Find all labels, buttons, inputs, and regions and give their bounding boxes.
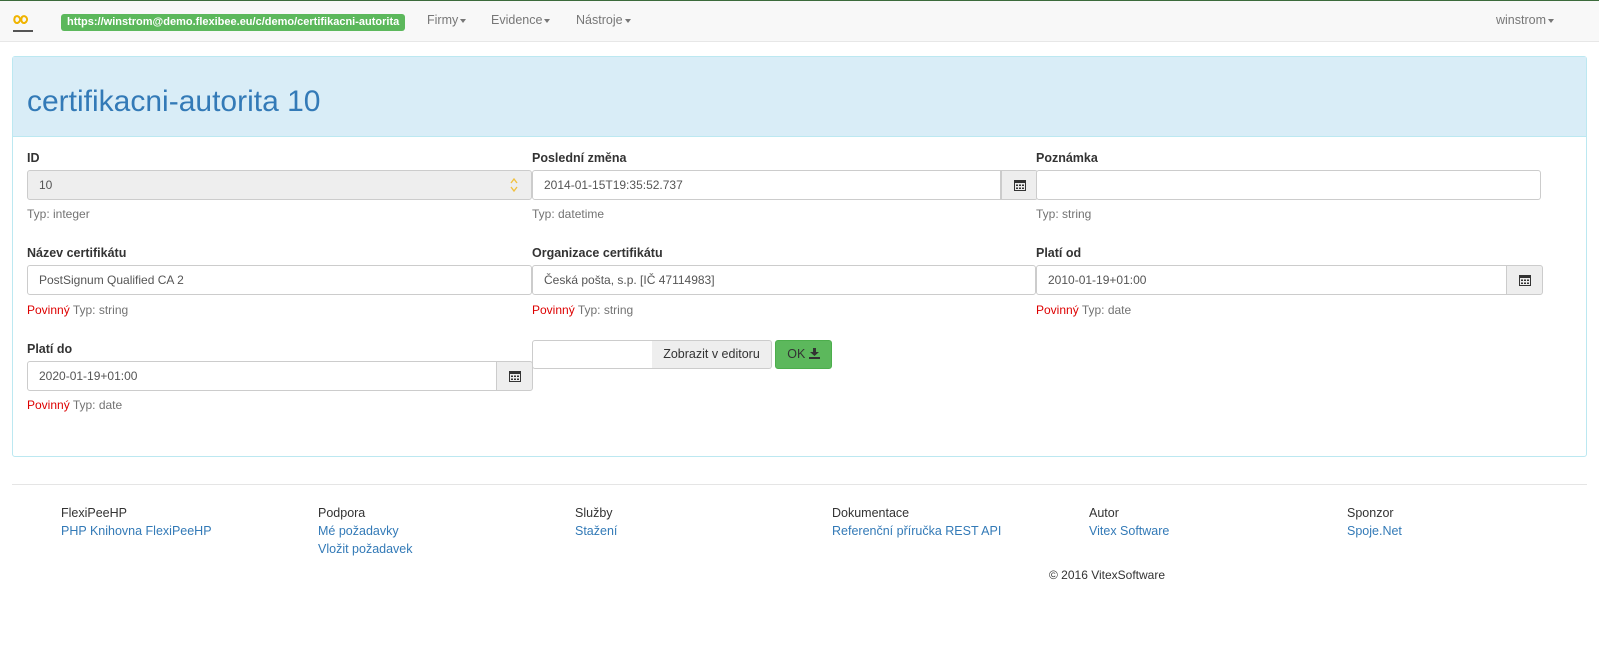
footer-heading-autor: Autor [1089, 506, 1119, 520]
nav-menu-nastroje[interactable]: Nástroje [576, 13, 631, 27]
id-label: ID [27, 151, 40, 165]
id-input[interactable]: 10 [27, 170, 532, 200]
footer-link-vitex-software[interactable]: Vitex Software [1089, 524, 1169, 538]
footer-heading-dokumentace: Dokumentace [832, 506, 910, 520]
organizace-certifikatu-label: Organizace certifikátu [532, 246, 663, 260]
download-icon [808, 348, 820, 359]
posledni-zmena-input[interactable]: 2014-01-15T19:35:52.737 [532, 170, 1001, 200]
organizace-certifikatu-help: Povinný Typ: string [532, 303, 633, 317]
plati-do-help: Povinný Typ: date [27, 398, 122, 412]
nav-menu-firmy[interactable]: Firmy [427, 13, 467, 27]
page-title: certifikacni-autorita 10 [27, 85, 321, 118]
nav-menu-evidence[interactable]: Evidence [491, 13, 551, 27]
posledni-zmena-calendar-button[interactable] [1001, 170, 1038, 200]
company-url-badge[interactable]: https://winstrom@demo.flexibee.eu/c/demo… [61, 14, 406, 31]
posledni-zmena-value: 2014-01-15T19:35:52.737 [544, 178, 683, 192]
posledni-zmena-type-help: Typ: datetime [532, 207, 605, 221]
top-navbar: https://winstrom@demo.flexibee.eu/c/demo… [0, 0, 1599, 42]
type-hint: Typ: date [72, 398, 123, 412]
caret-down-icon [460, 18, 467, 23]
plati-od-label: Platí od [1036, 246, 1082, 260]
poznamka-input[interactable] [1036, 170, 1541, 200]
footer-heading-podpora: Podpora [318, 506, 366, 520]
footer-divider [12, 484, 1587, 485]
plati-do-value: 2020-01-19+01:00 [39, 369, 138, 383]
footer-link-me-pozadavky[interactable]: Mé požadavky [318, 524, 399, 538]
calendar-icon [508, 371, 521, 382]
required-marker: Povinný [532, 303, 575, 317]
ok-button-label: OK [787, 347, 806, 361]
footer-heading-flexipeehp: FlexiPeeHP [61, 506, 127, 520]
type-hint: Typ: string [577, 303, 634, 317]
panel-heading: certifikacni-autorita 10 [13, 57, 1586, 137]
calendar-icon [1518, 275, 1531, 286]
id-value: 10 [39, 178, 53, 192]
footer-link-stazeni[interactable]: Stažení [575, 524, 617, 538]
footer-heading-sluzby: Služby [575, 506, 613, 520]
type-hint: Typ: string [72, 303, 129, 317]
type-hint: Typ: date [1081, 303, 1132, 317]
nazev-certifikatu-value: PostSignum Qualified CA 2 [39, 273, 184, 287]
calendar-icon [1013, 180, 1026, 191]
nav-menu-firmy-label: Firmy [427, 13, 459, 27]
spinner-arrows-icon[interactable] [509, 176, 519, 194]
nav-menu-nastroje-label: Nástroje [576, 13, 623, 27]
plati-do-input[interactable]: 2020-01-19+01:00 [27, 361, 497, 391]
poznamka-label: Poznámka [1036, 151, 1098, 165]
plati-od-input[interactable]: 2010-01-19+01:00 [1036, 265, 1507, 295]
caret-down-icon [624, 18, 631, 23]
copyright: © 2016 VitexSoftware [1049, 568, 1166, 582]
plati-do-calendar-button[interactable] [496, 361, 533, 391]
posledni-zmena-label: Poslední změna [532, 151, 627, 165]
nazev-certifikatu-input[interactable]: PostSignum Qualified CA 2 [27, 265, 532, 295]
user-menu[interactable]: winstrom [1496, 13, 1555, 27]
user-menu-label: winstrom [1496, 13, 1547, 27]
record-panel: certifikacni-autorita 10 ID 10 Typ: inte… [12, 56, 1587, 457]
nav-menu-evidence-label: Evidence [491, 13, 543, 27]
ok-button[interactable]: OK [775, 340, 832, 369]
flexibee-logo-icon[interactable] [12, 13, 34, 37]
show-in-editor-button[interactable]: Zobrazit v editoru [652, 340, 772, 369]
caret-down-icon [544, 18, 551, 23]
poznamka-type-help: Typ: string [1036, 207, 1092, 221]
caret-down-icon [1548, 18, 1555, 23]
footer-heading-sponzor: Sponzor [1347, 506, 1394, 520]
nazev-certifikatu-label: Název certifikátu [27, 246, 127, 260]
required-marker: Povinný [27, 398, 70, 412]
nazev-certifikatu-help: Povinný Typ: string [27, 303, 128, 317]
footer-link-spoje-net[interactable]: Spoje.Net [1347, 524, 1402, 538]
id-type-help: Typ: integer [27, 207, 90, 221]
footer-link-php-knihovna[interactable]: PHP Knihovna FlexiPeeHP [61, 524, 212, 538]
footer-link-vlozit-pozadavek[interactable]: Vložit požadavek [318, 542, 413, 556]
required-marker: Povinný [1036, 303, 1079, 317]
editor-input[interactable] [532, 340, 653, 369]
organizace-certifikatu-input[interactable]: Česká pošta, s.p. [IČ 47114983] [532, 265, 1036, 295]
footer-link-rest-api[interactable]: Referenční příručka REST API [832, 524, 1001, 538]
plati-od-calendar-button[interactable] [1506, 265, 1543, 295]
required-marker: Povinný [27, 303, 70, 317]
organizace-certifikatu-value: Česká pošta, s.p. [IČ 47114983] [544, 273, 715, 287]
plati-od-help: Povinný Typ: date [1036, 303, 1131, 317]
plati-do-label: Platí do [27, 342, 73, 356]
plati-od-value: 2010-01-19+01:00 [1048, 273, 1147, 287]
